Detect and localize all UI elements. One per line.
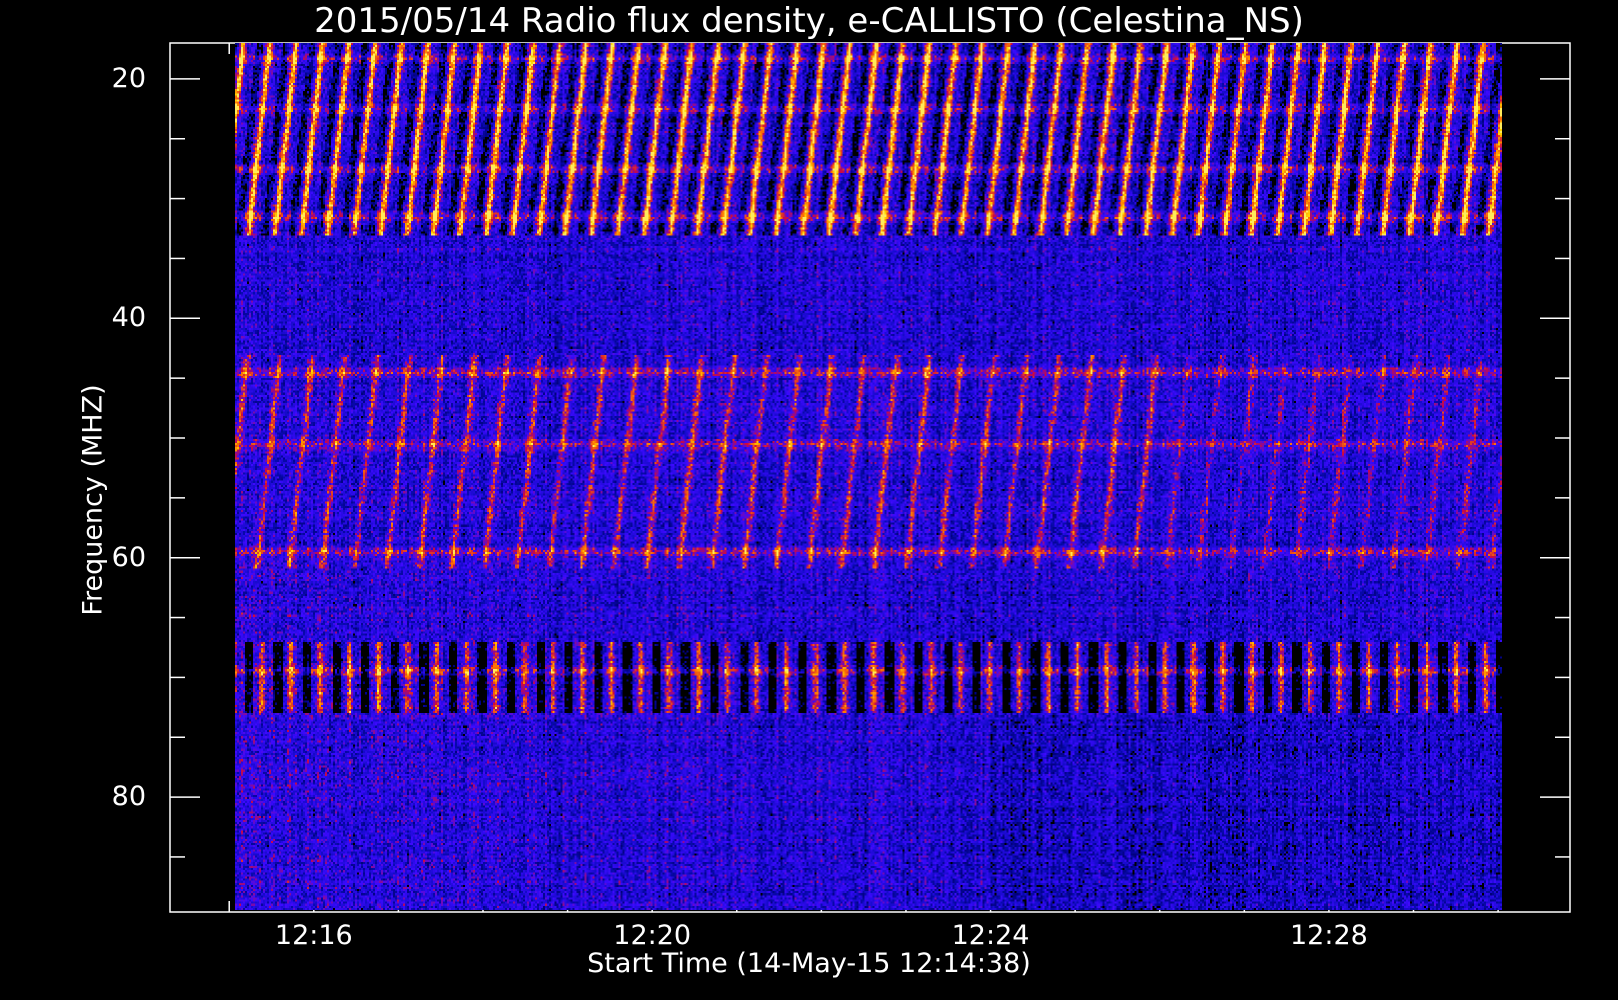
y-axis-label: Frequency (MHZ) — [77, 384, 109, 616]
y-tick-label: 60 — [111, 541, 146, 573]
x-tick-label: 12:24 — [951, 920, 1030, 951]
chart-title: 2015/05/14 Radio flux density, e-CALLIST… — [314, 1, 1304, 41]
y-tick-label: 80 — [111, 781, 146, 813]
x-tick-label: 12:28 — [1290, 920, 1368, 951]
x-tick-label: 12:16 — [274, 920, 353, 951]
y-tick-label: 20 — [111, 62, 146, 94]
x-tick-label: 12:20 — [613, 920, 692, 951]
spectrogram-image — [235, 43, 1503, 910]
x-axis-label: Start Time (14-May-15 12:14:38) — [587, 948, 1031, 979]
y-tick-label: 40 — [111, 302, 146, 334]
